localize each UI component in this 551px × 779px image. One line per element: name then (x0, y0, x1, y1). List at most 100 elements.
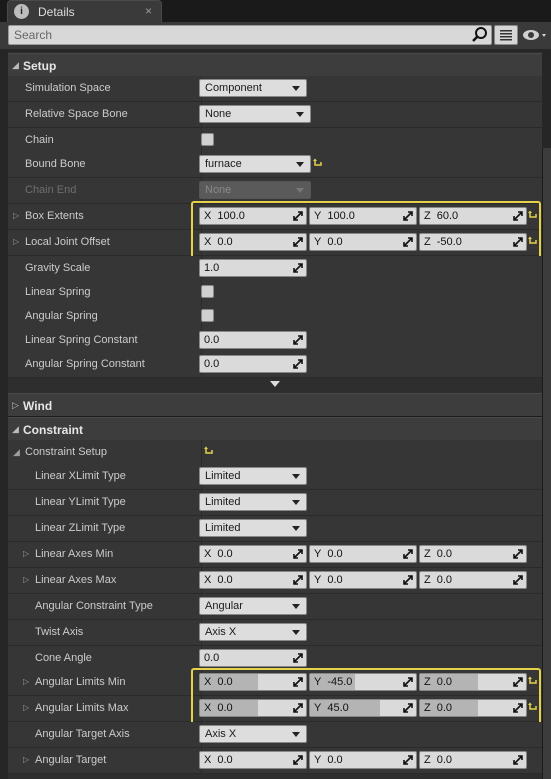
angular-target-x[interactable]: X 0.0 (199, 751, 307, 769)
reset-to-default-icon[interactable] (528, 702, 538, 712)
angular-spring-constant-input[interactable]: 0.0 (199, 355, 307, 373)
local-joint-offset-x[interactable]: X 0.0 (199, 233, 307, 251)
reset-to-default-icon[interactable] (204, 446, 214, 456)
advanced-toggle[interactable] (8, 378, 542, 394)
drag-handle-icon[interactable] (293, 575, 303, 585)
box-extents-y[interactable]: Y 100.0 (309, 207, 417, 225)
box-extents-x[interactable]: X 100.0 (199, 207, 307, 225)
expand-arrow-icon[interactable]: ▷ (13, 237, 19, 246)
drag-handle-icon[interactable] (513, 677, 523, 687)
property-angular-limits-min: ▷ Angular Limits Min X 0.0 Y -45.0 Z 0.0 (8, 670, 542, 696)
linear-ylimit-type-dropdown[interactable]: Limited (199, 493, 307, 511)
linear-xlimit-type-dropdown[interactable]: Limited (199, 467, 307, 485)
angular-target-z[interactable]: Z 0.0 (419, 751, 527, 769)
search-icon[interactable] (471, 26, 489, 44)
eye-icon[interactable] (521, 26, 549, 44)
drag-handle-icon[interactable] (513, 703, 523, 713)
linear-spring-checkbox[interactable] (201, 285, 214, 298)
drag-handle-icon[interactable] (513, 237, 523, 247)
bound-bone-dropdown[interactable]: furnace (199, 155, 311, 173)
details-tab[interactable]: i Details × (7, 0, 162, 22)
gravity-scale-input[interactable]: 1.0 (199, 259, 307, 277)
drag-handle-icon[interactable] (293, 237, 303, 247)
drag-handle-icon[interactable] (403, 575, 413, 585)
expand-arrow-icon[interactable]: ▷ (23, 575, 29, 584)
local-joint-offset-z[interactable]: Z -50.0 (419, 233, 527, 251)
list-view-button[interactable] (494, 25, 518, 45)
expand-arrow-icon[interactable]: ▷ (23, 549, 29, 558)
expand-arrow-icon[interactable]: ▷ (23, 755, 29, 764)
expand-arrow-icon[interactable]: ▷ (13, 211, 19, 220)
drag-handle-icon[interactable] (403, 755, 413, 765)
category-constraint[interactable]: ◢ Constraint (8, 417, 542, 441)
property-label: Gravity Scale (25, 262, 91, 274)
property-angular-target: ▷ Angular Target X 0.0 Y 0.0 Z 0.0 (8, 748, 542, 774)
property-twist-axis: Twist Axis Axis X (8, 620, 542, 646)
collapse-arrow-icon[interactable]: ◢ (13, 447, 20, 458)
drag-handle-icon[interactable] (403, 211, 413, 221)
category-title: Wind (23, 399, 53, 413)
reset-to-default-icon[interactable] (313, 158, 323, 168)
category-wind[interactable]: ▷ Wind (8, 393, 542, 417)
angular-spring-checkbox[interactable] (201, 309, 214, 322)
drag-handle-icon[interactable] (403, 237, 413, 247)
box-extents-z[interactable]: Z 60.0 (419, 207, 527, 225)
linear-axes-min-z[interactable]: Z 0.0 (419, 545, 527, 563)
angular-limits-min-z[interactable]: Z 0.0 (419, 673, 527, 691)
angular-limits-min-x[interactable]: X 0.0 (199, 673, 307, 691)
drag-handle-icon[interactable] (293, 755, 303, 765)
property-label: Chain (25, 134, 54, 146)
drag-handle-icon[interactable] (403, 703, 413, 713)
linear-axes-min-y[interactable]: Y 0.0 (309, 545, 417, 563)
drag-handle-icon[interactable] (293, 359, 303, 369)
drag-handle-icon[interactable] (293, 653, 303, 663)
drag-handle-icon[interactable] (293, 263, 303, 273)
search-input[interactable] (8, 25, 492, 45)
angular-limits-max-y[interactable]: Y 45.0 (309, 699, 417, 717)
angular-limits-min-y[interactable]: Y -45.0 (309, 673, 417, 691)
property-linear-ylimit-type: Linear YLimit Type Limited (8, 490, 542, 516)
angular-constraint-type-dropdown[interactable]: Angular (199, 597, 307, 615)
property-label: Angular Spring Constant (25, 358, 145, 370)
local-joint-offset-y[interactable]: Y 0.0 (309, 233, 417, 251)
relative-space-bone-dropdown[interactable]: None (199, 105, 311, 123)
property-label: Chain End (25, 184, 77, 196)
drag-handle-icon[interactable] (513, 549, 523, 559)
angular-target-y[interactable]: Y 0.0 (309, 751, 417, 769)
drag-handle-icon[interactable] (513, 211, 523, 221)
close-icon[interactable]: × (145, 4, 152, 18)
expand-arrow-icon[interactable]: ▷ (23, 703, 29, 712)
drag-handle-icon[interactable] (513, 755, 523, 765)
drag-handle-icon[interactable] (293, 211, 303, 221)
linear-axes-max-x[interactable]: X 0.0 (199, 571, 307, 589)
expand-arrow-icon[interactable]: ▷ (23, 677, 29, 686)
category-setup[interactable]: ◢ Setup (8, 53, 542, 77)
property-label: Simulation Space (25, 82, 111, 94)
property-simulation-space: Simulation Space Component (8, 76, 542, 102)
linear-axes-max-z[interactable]: Z 0.0 (419, 571, 527, 589)
scrollbar[interactable] (542, 148, 551, 779)
angular-limits-max-x[interactable]: X 0.0 (199, 699, 307, 717)
reset-to-default-icon[interactable] (528, 236, 538, 246)
linear-spring-constant-input[interactable]: 0.0 (199, 331, 307, 349)
linear-zlimit-type-dropdown[interactable]: Limited (199, 519, 307, 537)
reset-to-default-icon[interactable] (528, 676, 538, 686)
property-label: Linear Spring (25, 286, 91, 298)
drag-handle-icon[interactable] (403, 677, 413, 687)
chain-checkbox[interactable] (201, 133, 214, 146)
list-view-icon (500, 30, 512, 41)
linear-axes-max-y[interactable]: Y 0.0 (309, 571, 417, 589)
drag-handle-icon[interactable] (293, 335, 303, 345)
drag-handle-icon[interactable] (293, 703, 303, 713)
angular-limits-max-z[interactable]: Z 0.0 (419, 699, 527, 717)
drag-handle-icon[interactable] (293, 677, 303, 687)
simulation-space-dropdown[interactable]: Component (199, 79, 307, 97)
angular-target-axis-dropdown[interactable]: Axis X (199, 725, 307, 743)
twist-axis-dropdown[interactable]: Axis X (199, 623, 307, 641)
drag-handle-icon[interactable] (293, 549, 303, 559)
reset-to-default-icon[interactable] (528, 210, 538, 220)
cone-angle-input[interactable]: 0.0 (199, 649, 307, 667)
linear-axes-min-x[interactable]: X 0.0 (199, 545, 307, 563)
drag-handle-icon[interactable] (403, 549, 413, 559)
drag-handle-icon[interactable] (513, 575, 523, 585)
